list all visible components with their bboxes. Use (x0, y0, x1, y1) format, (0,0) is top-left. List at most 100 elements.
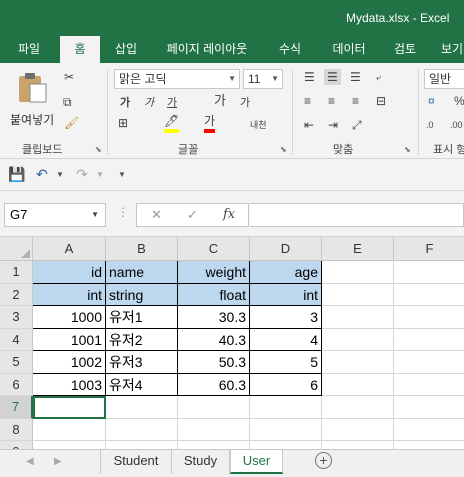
sheet-tab-user[interactable]: User (230, 450, 283, 474)
row-header-2[interactable]: 2 (0, 283, 33, 306)
bold-button[interactable]: 가 (120, 95, 130, 111)
cell-c3[interactable]: 30.3 (178, 306, 250, 329)
row-header-3[interactable]: 3 (0, 306, 33, 329)
cell-b1[interactable]: name (106, 261, 178, 284)
row-header-8[interactable]: 8 (0, 418, 33, 441)
cell-b6[interactable]: 유저4 (106, 373, 178, 396)
tab-file[interactable]: 파일 (0, 36, 58, 63)
increase-indent-icon[interactable]: ⇥ (328, 117, 338, 133)
phonetic-button[interactable]: 내천 (250, 117, 267, 133)
cell-a8[interactable] (33, 418, 106, 441)
tab-review[interactable]: 검토 (380, 36, 430, 63)
row-header-5[interactable]: 5 (0, 351, 33, 374)
cell-e7[interactable] (322, 396, 394, 419)
cell-b8[interactable] (106, 418, 178, 441)
cell-c2[interactable]: float (178, 283, 250, 306)
cell-e3[interactable] (322, 306, 394, 329)
cell-f2[interactable] (394, 284, 464, 306)
cell-f5[interactable] (394, 351, 464, 374)
cell-b5[interactable]: 유저3 (106, 351, 178, 374)
cell-f1[interactable] (394, 261, 464, 284)
cell-d6[interactable]: 6 (250, 373, 322, 396)
sheet-tab-student[interactable]: Student (100, 450, 172, 474)
cell-b9[interactable] (106, 441, 178, 449)
insert-function-icon[interactable]: fx (223, 207, 235, 222)
font-launcher-icon[interactable]: ⬊ (280, 145, 287, 154)
percent-style-icon[interactable]: % (454, 93, 464, 109)
cell-f3[interactable] (394, 306, 464, 329)
cancel-icon[interactable]: ✕ (151, 207, 162, 223)
number-format-dropdown[interactable]: 일반 (424, 69, 464, 89)
save-icon[interactable]: 💾 (8, 166, 25, 183)
enter-icon[interactable]: ✓ (187, 207, 198, 223)
tab-insert[interactable]: 삽입 (100, 36, 152, 63)
row-header-1[interactable]: 1 (0, 261, 33, 284)
undo-dropdown-icon[interactable]: ▼ (56, 170, 64, 179)
align-right-icon[interactable]: ≡ (352, 93, 359, 109)
wrap-text-icon[interactable]: ⤶ (376, 69, 381, 85)
cell-a2[interactable]: int (33, 283, 106, 306)
cell-b4[interactable]: 유저2 (106, 328, 178, 351)
cell-e1[interactable] (322, 261, 394, 284)
cell-a3[interactable]: 1000 (33, 306, 106, 329)
cell-e4[interactable] (322, 328, 394, 351)
cell-d1[interactable]: age (250, 261, 322, 284)
align-bottom-icon[interactable]: ☰ (350, 69, 361, 85)
cut-icon[interactable]: ✂ (64, 69, 74, 85)
undo-icon[interactable]: ↶ (36, 166, 48, 183)
increase-decimal-icon[interactable]: .0 (426, 117, 434, 133)
cell-e9[interactable] (322, 441, 394, 449)
column-header-e[interactable]: E (322, 237, 394, 261)
cell-d2[interactable]: int (250, 283, 322, 306)
scroll-left-icon[interactable]: ◀ (26, 456, 34, 467)
cell-f8[interactable] (394, 419, 464, 441)
tab-formulas[interactable]: 수식 (262, 36, 318, 63)
font-color-button[interactable]: 가 (204, 113, 216, 133)
alignment-launcher-icon[interactable]: ⬊ (404, 145, 411, 154)
decrease-indent-icon[interactable]: ⇤ (304, 117, 314, 133)
row-header-7[interactable]: 7 (0, 396, 33, 419)
row-header-6[interactable]: 6 (0, 373, 33, 396)
cell-a5[interactable]: 1002 (33, 351, 106, 374)
cell-b2[interactable]: string (106, 283, 178, 306)
scroll-right-icon[interactable]: ▶ (54, 456, 62, 467)
cell-f4[interactable] (394, 329, 464, 351)
fill-color-icon[interactable]: 🖊 (164, 113, 180, 133)
formula-input[interactable] (250, 203, 464, 227)
cell-d9[interactable] (250, 441, 322, 449)
accounting-format-icon[interactable]: ¤ (428, 93, 435, 109)
cell-b3[interactable]: 유저1 (106, 306, 178, 329)
cell-c1[interactable]: weight (178, 261, 250, 284)
clipboard-launcher-icon[interactable]: ⬊ (95, 145, 102, 154)
italic-button[interactable]: 가 (144, 95, 154, 111)
cell-e2[interactable] (322, 283, 394, 306)
tab-view[interactable]: 보기 (432, 36, 464, 63)
row-header-9[interactable]: 9 (0, 441, 33, 449)
cell-d4[interactable]: 4 (250, 328, 322, 351)
cell-d8[interactable] (250, 418, 322, 441)
orientation-icon[interactable]: ⤢ (352, 117, 362, 133)
format-painter-icon[interactable]: 🖌 (64, 115, 79, 131)
cell-c5[interactable]: 50.3 (178, 351, 250, 374)
cell-e6[interactable] (322, 373, 394, 396)
cell-d5[interactable]: 5 (250, 351, 322, 374)
align-center-icon[interactable]: ≡ (328, 93, 335, 109)
select-all-button[interactable] (0, 237, 33, 261)
row-header-4[interactable]: 4 (0, 328, 33, 351)
cell-b7[interactable] (106, 396, 178, 419)
font-name-dropdown[interactable]: 맑은 고딕 ▼ (114, 69, 240, 89)
underline-button[interactable]: 가 (167, 95, 177, 111)
merge-cells-icon[interactable]: ⊟ (376, 93, 386, 109)
paste-button[interactable]: 붙여넣기 (8, 69, 56, 133)
cell-f6[interactable] (394, 374, 464, 396)
font-size-dropdown[interactable]: 11 ▼ (243, 69, 283, 89)
column-header-b[interactable]: B (106, 237, 178, 261)
column-header-c[interactable]: C (178, 237, 250, 261)
redo-icon[interactable]: ↷ (76, 166, 88, 183)
align-top-icon[interactable]: ☰ (304, 69, 315, 85)
align-middle-icon[interactable]: ☰ (324, 69, 341, 85)
grow-font-button[interactable]: 가 (214, 93, 226, 109)
copy-icon[interactable]: ⧉ (63, 94, 72, 110)
cell-e5[interactable] (322, 351, 394, 374)
cell-c6[interactable]: 60.3 (178, 373, 250, 396)
